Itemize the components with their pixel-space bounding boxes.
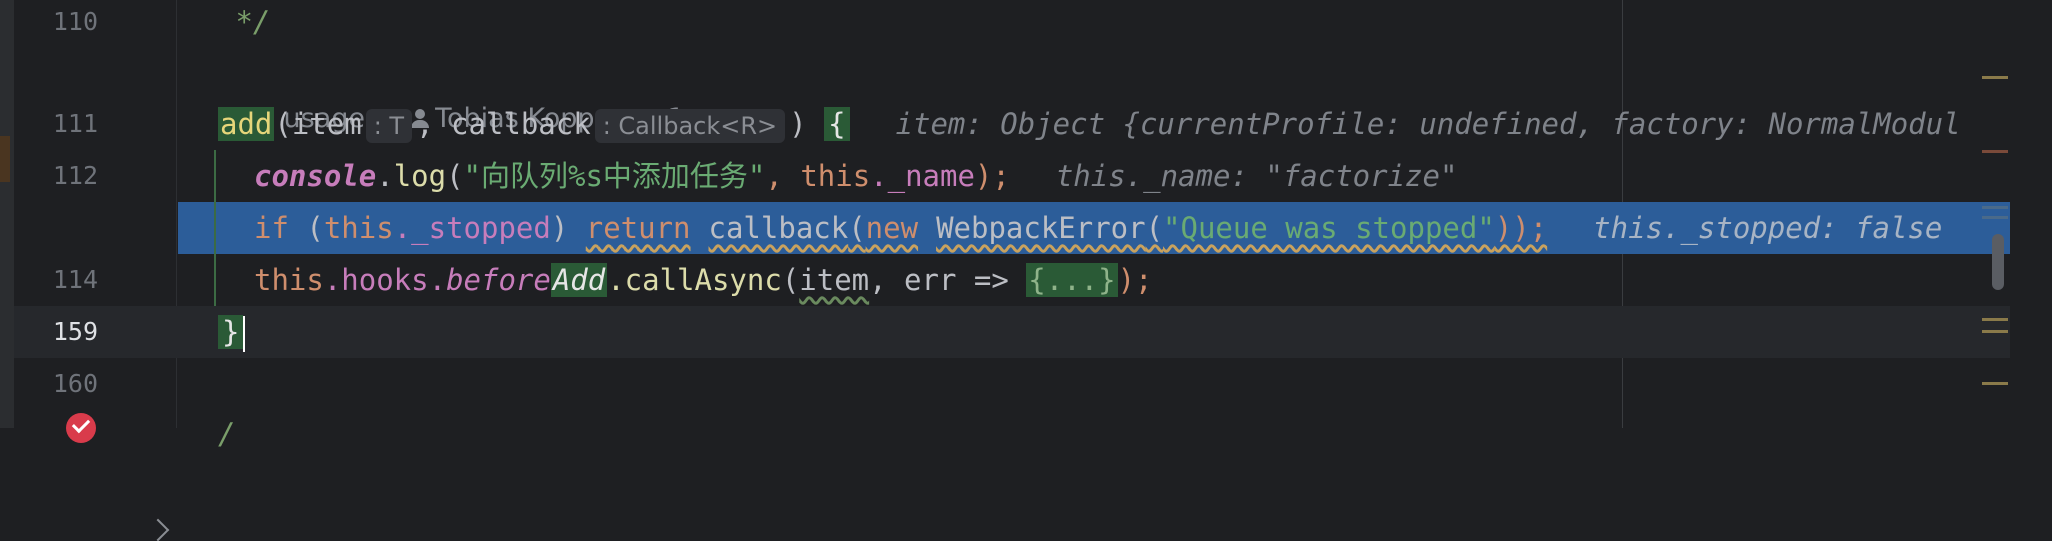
text-cursor bbox=[243, 316, 246, 352]
before-add-prop: before bbox=[446, 263, 551, 297]
hooks-prop: .hooks. bbox=[323, 263, 447, 297]
log-call: log bbox=[393, 159, 447, 193]
paren-close: )); bbox=[1494, 211, 1548, 245]
function-name: add bbox=[218, 107, 275, 141]
code-line-114[interactable]: 114 this.hooks.beforeAdd.callAsync(item,… bbox=[0, 254, 2052, 541]
this-keyword: this bbox=[254, 263, 324, 297]
error-stripe[interactable] bbox=[2010, 0, 2052, 428]
debug-value-hint: this._name: "factorize" bbox=[1055, 159, 1458, 193]
brace-open: { bbox=[824, 107, 850, 141]
code-line-160[interactable]: 160 bbox=[0, 358, 2052, 410]
paren-close: ); bbox=[974, 159, 1010, 193]
line-number: 159 bbox=[52, 317, 98, 346]
paren: ( bbox=[781, 263, 800, 297]
warning-mark[interactable] bbox=[1982, 318, 2008, 321]
folded-block[interactable]: {...} bbox=[1026, 263, 1118, 297]
stopped-prop: ._stopped bbox=[393, 211, 551, 245]
code-text: if (this._stopped) return callback(new Web… bbox=[254, 202, 1942, 254]
comma: , bbox=[765, 159, 801, 193]
call-async: .callAsync bbox=[607, 263, 782, 297]
paren: ( bbox=[288, 211, 324, 245]
string-literal: "Queue was stopped" bbox=[1163, 211, 1495, 245]
callback-call: callback bbox=[708, 211, 849, 245]
warning-mark[interactable] bbox=[1982, 382, 2008, 385]
if-keyword: if bbox=[254, 211, 289, 245]
line-number: 110 bbox=[52, 7, 98, 36]
chevron-right-icon[interactable] bbox=[146, 518, 170, 541]
error-mark[interactable] bbox=[1982, 150, 2008, 153]
code-vision-hints: 5+ usages Tobias Koppers +1 bbox=[218, 53, 685, 134]
type-hint: : Callback<R> bbox=[594, 109, 786, 143]
scrollbar-thumb[interactable] bbox=[1992, 234, 2004, 290]
paren: ( bbox=[446, 159, 464, 193]
before-add-prop-highlight: Add bbox=[550, 263, 608, 297]
code-line-159[interactable]: 159 } bbox=[0, 306, 2052, 358]
console-ident: console bbox=[254, 159, 377, 193]
name-prop: ._name bbox=[870, 159, 975, 193]
debug-value-hint: item: Object {currentProfile: undefined,… bbox=[895, 107, 1961, 141]
warning-mark[interactable] bbox=[1982, 76, 2008, 79]
comment-text: / bbox=[218, 417, 236, 451]
comment-text: */ bbox=[218, 5, 271, 39]
brace-close: } bbox=[218, 315, 244, 349]
paren-close: ); bbox=[1117, 263, 1153, 297]
code-text: add(item: T, callback: Callback<R>) { ite… bbox=[218, 98, 1961, 150]
class-name: WebpackError bbox=[936, 211, 1146, 245]
code-line-111[interactable]: 111 add(item: T, callback: Callback<R>) … bbox=[0, 98, 2052, 150]
return-keyword: return bbox=[585, 211, 691, 245]
code-line-110[interactable]: 110 */ bbox=[0, 0, 2052, 48]
paren: ( bbox=[848, 211, 866, 245]
debug-value-hint: this._stopped: false bbox=[1593, 211, 1943, 245]
param-item: (item bbox=[274, 107, 362, 141]
line-number: 112 bbox=[52, 161, 98, 190]
code-text: this.hooks.beforeAdd.callAsync(item, err… bbox=[254, 254, 1153, 306]
paren: ( bbox=[1145, 211, 1164, 245]
warning-mark[interactable] bbox=[1982, 330, 2008, 333]
arrow-fn: , err => bbox=[869, 263, 1027, 297]
line-number: 160 bbox=[52, 369, 98, 398]
code-text: } bbox=[218, 306, 246, 358]
line-number: 111 bbox=[52, 109, 98, 138]
paren: ) bbox=[789, 107, 825, 141]
line-number: 114 bbox=[52, 265, 98, 294]
type-hint: : T bbox=[365, 109, 413, 143]
info-mark[interactable] bbox=[1982, 206, 2008, 209]
param-callback: , callback bbox=[416, 107, 591, 141]
item-arg: item bbox=[799, 263, 870, 297]
info-mark[interactable] bbox=[1982, 216, 2008, 219]
new-keyword: new bbox=[865, 211, 919, 245]
code-line-161[interactable]: / bbox=[0, 408, 2052, 460]
this-keyword: this bbox=[323, 211, 394, 245]
dot: . bbox=[376, 159, 394, 193]
code-text: console.log("向队列%s中添加任务", this._name); th… bbox=[254, 150, 1457, 202]
this-keyword: this bbox=[800, 159, 871, 193]
code-line-113[interactable]: if (this._stopped) return callback(new Web… bbox=[0, 202, 2052, 443]
string-literal: "向队列%s中添加任务" bbox=[463, 159, 766, 193]
code-line-112[interactable]: 112 console.log("向队列%s中添加任务", this._name… bbox=[0, 150, 2052, 202]
paren-close: ) bbox=[550, 211, 586, 245]
